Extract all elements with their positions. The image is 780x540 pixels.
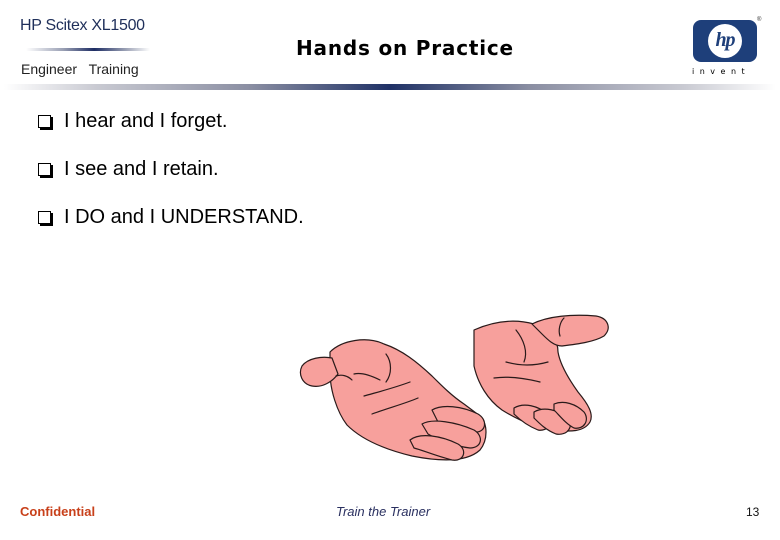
bullet-text: I DO and I UNDERSTAND.: [64, 205, 304, 228]
bullet-item: I hear and I forget.: [38, 97, 304, 145]
bullet-text: I see and I retain.: [64, 157, 219, 180]
hp-tagline: invent: [692, 67, 751, 76]
product-name: HP Scitex XL1500: [20, 17, 145, 34]
bullet-text: I hear and I forget.: [64, 109, 228, 132]
footer-course-name: Train the Trainer: [336, 504, 431, 519]
checkbox-bullet-icon: [38, 115, 51, 128]
checkbox-bullet-icon: [38, 211, 51, 224]
registered-mark: ®: [757, 17, 762, 23]
open-hands-illustration: [299, 314, 609, 461]
subtitle: Engineer Training: [21, 61, 139, 77]
hp-logo: hp: [693, 20, 757, 62]
footer-confidential: Confidential: [20, 504, 96, 519]
checkbox-bullet-icon: [38, 163, 51, 176]
product-name-underline: [26, 48, 150, 51]
bullet-item: I DO and I UNDERSTAND.: [38, 193, 304, 241]
right-hand: [473, 314, 609, 435]
header-divider: [4, 84, 776, 90]
page-number: 13: [746, 505, 760, 519]
slide-title: Hands on Practice: [296, 36, 514, 60]
hp-logo-circle: hp: [708, 24, 742, 58]
left-hand: [299, 339, 487, 461]
hp-logo-text: hp: [715, 28, 735, 51]
bullet-item: I see and I retain.: [38, 145, 304, 193]
bullet-list: I hear and I forget. I see and I retain.…: [38, 97, 304, 241]
